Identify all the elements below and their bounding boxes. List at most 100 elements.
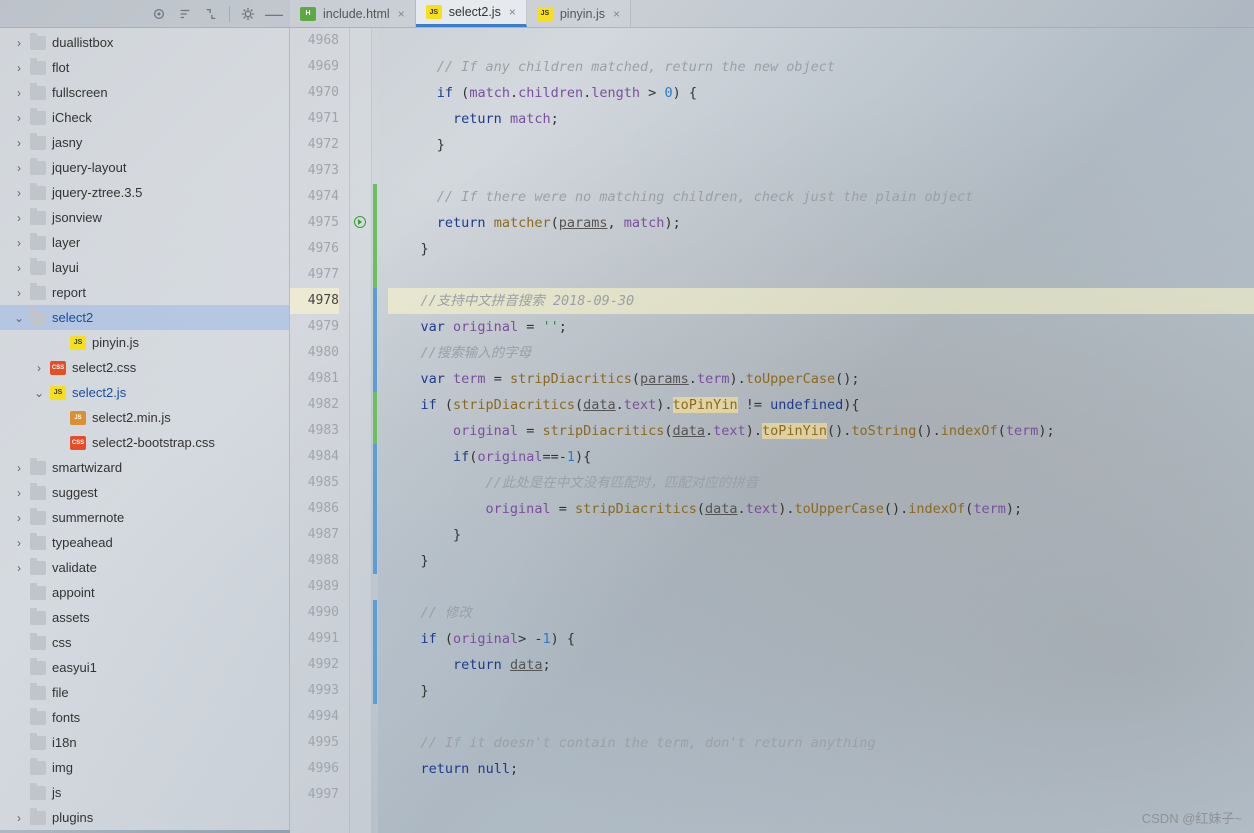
tree-arrow[interactable]: › — [32, 361, 46, 375]
tree-item-appoint[interactable]: appoint — [0, 580, 289, 605]
tree-arrow[interactable]: › — [12, 536, 26, 550]
tree-item-summernote[interactable]: ›summernote — [0, 505, 289, 530]
js-icon — [70, 336, 86, 350]
tree-item-jasny[interactable]: ›jasny — [0, 130, 289, 155]
gear-icon[interactable] — [240, 6, 256, 22]
tree-item-img[interactable]: img — [0, 755, 289, 780]
tree-item-duallistbox[interactable]: ›duallistbox — [0, 30, 289, 55]
close-icon[interactable]: × — [398, 7, 405, 21]
tree-item-css[interactable]: css — [0, 630, 289, 655]
tree-item-jquery-ztree-3-5[interactable]: ›jquery-ztree.3.5 — [0, 180, 289, 205]
tree-item-validate[interactable]: ›validate — [0, 555, 289, 580]
tree-item-select2-min-js[interactable]: select2.min.js — [0, 405, 289, 430]
code-line: // If it doesn't contain the term, don't… — [388, 730, 1254, 756]
code-line: var original = ''; — [388, 314, 1254, 340]
tree-arrow[interactable]: › — [12, 186, 26, 200]
tree-arrow[interactable]: › — [12, 161, 26, 175]
folder-icon — [30, 786, 46, 800]
tree-item-i18n[interactable]: i18n — [0, 730, 289, 755]
line-number: 4992 — [290, 652, 339, 678]
change-marker — [373, 392, 377, 444]
tree-label: fonts — [52, 710, 80, 725]
tree-label: iCheck — [52, 110, 92, 125]
tree-label: pinyin.js — [92, 335, 139, 350]
code-line: return matcher(params, match); — [388, 210, 1254, 236]
tab-include-html[interactable]: include.html× — [290, 0, 416, 27]
code-editor[interactable]: 4968496949704971497249734974497549764977… — [290, 28, 1254, 833]
close-icon[interactable]: × — [509, 5, 516, 19]
run-icon[interactable] — [354, 216, 366, 228]
minimize-icon[interactable]: — — [266, 6, 282, 22]
line-number: 4972 — [290, 132, 339, 158]
tree-item-plugins[interactable]: ›plugins — [0, 805, 289, 830]
tree-arrow[interactable]: › — [12, 111, 26, 125]
line-number: 4976 — [290, 236, 339, 262]
tree-arrow[interactable]: › — [12, 811, 26, 825]
tree-arrow[interactable]: › — [12, 86, 26, 100]
tree-arrow[interactable]: ⌄ — [12, 311, 26, 325]
tree-item-js[interactable]: js — [0, 780, 289, 805]
folder-icon — [30, 311, 46, 325]
code-line: if (original> -1) { — [388, 626, 1254, 652]
tree-item-suggest[interactable]: ›suggest — [0, 480, 289, 505]
tree-item-select2[interactable]: ⌄ select2 — [0, 305, 289, 330]
tree-label: select2 — [52, 310, 93, 325]
tree-arrow[interactable]: › — [12, 211, 26, 225]
tree-arrow[interactable]: › — [12, 486, 26, 500]
tree-item-file[interactable]: file — [0, 680, 289, 705]
tree-item-layer[interactable]: › layer — [0, 230, 289, 255]
folder-icon — [30, 461, 46, 475]
tree-item-select2-js[interactable]: ⌄select2.js — [0, 380, 289, 405]
tree-item-pinyin-js[interactable]: pinyin.js — [0, 330, 289, 355]
tree-item-iCheck[interactable]: › iCheck — [0, 105, 289, 130]
tree-label: jquery-layout — [52, 160, 126, 175]
tree-item-fonts[interactable]: fonts — [0, 705, 289, 730]
tree-label: img — [52, 760, 73, 775]
code-line: } — [388, 548, 1254, 574]
line-number: 4983 — [290, 418, 339, 444]
tree-arrow[interactable]: › — [12, 511, 26, 525]
tree-arrow[interactable]: › — [12, 36, 26, 50]
locate-icon[interactable] — [151, 6, 167, 22]
tree-arrow[interactable]: › — [12, 461, 26, 475]
tree-item-flot[interactable]: ›flot — [0, 55, 289, 80]
tree-item-fullscreen[interactable]: ›fullscreen — [0, 80, 289, 105]
tree-arrow[interactable]: › — [12, 261, 26, 275]
line-number: 4968 — [290, 28, 339, 54]
watermark: CSDN @红妹子~ — [1142, 808, 1242, 827]
code-content[interactable]: // If any children matched, return the n… — [378, 28, 1254, 833]
tab-pinyin-js[interactable]: pinyin.js× — [527, 0, 631, 27]
tree-item-report[interactable]: ›report — [0, 280, 289, 305]
tree-arrow[interactable]: › — [12, 61, 26, 75]
expand-icon[interactable] — [203, 6, 219, 22]
tree-label: layui — [52, 260, 79, 275]
tree-label: jsonview — [52, 210, 102, 225]
divider — [229, 6, 230, 22]
tree-item-assets[interactable]: assets — [0, 605, 289, 630]
code-line: // If there were no matching children, c… — [388, 184, 1254, 210]
tree-item-select2-bootstrap-css[interactable]: select2-bootstrap.css — [0, 430, 289, 455]
tree-arrow[interactable]: › — [12, 561, 26, 575]
line-gutter: 4968496949704971497249734974497549764977… — [290, 28, 350, 833]
tree-arrow[interactable]: › — [12, 286, 26, 300]
sort-icon[interactable] — [177, 6, 193, 22]
line-number: 4997 — [290, 782, 339, 808]
code-line: if (stripDiacritics(data.text).toPinYin … — [388, 392, 1254, 418]
tab-select2-js[interactable]: select2.js× — [416, 0, 527, 27]
tree-label: smartwizard — [52, 460, 122, 475]
tree-item-typeahead[interactable]: ›typeahead — [0, 530, 289, 555]
tree-item-smartwizard[interactable]: › smartwizard — [0, 455, 289, 480]
tree-item-select2-css[interactable]: ›select2.css — [0, 355, 289, 380]
tree-arrow[interactable]: ⌄ — [32, 386, 46, 400]
folder-icon — [30, 61, 46, 75]
project-tree: ›duallistbox›flot›fullscreen›iCheck›jasn… — [0, 28, 290, 830]
tree-item-jquery-layout[interactable]: › jquery-layout — [0, 155, 289, 180]
tree-item-jsonview[interactable]: › jsonview — [0, 205, 289, 230]
tree-arrow[interactable]: › — [12, 136, 26, 150]
close-icon[interactable]: × — [613, 7, 620, 21]
tree-item-layui[interactable]: › layui — [0, 255, 289, 280]
code-line: if (match.children.length > 0) { — [388, 80, 1254, 106]
tree-label: layer — [52, 235, 80, 250]
tree-item-easyui1[interactable]: easyui1 — [0, 655, 289, 680]
tree-arrow[interactable]: › — [12, 236, 26, 250]
